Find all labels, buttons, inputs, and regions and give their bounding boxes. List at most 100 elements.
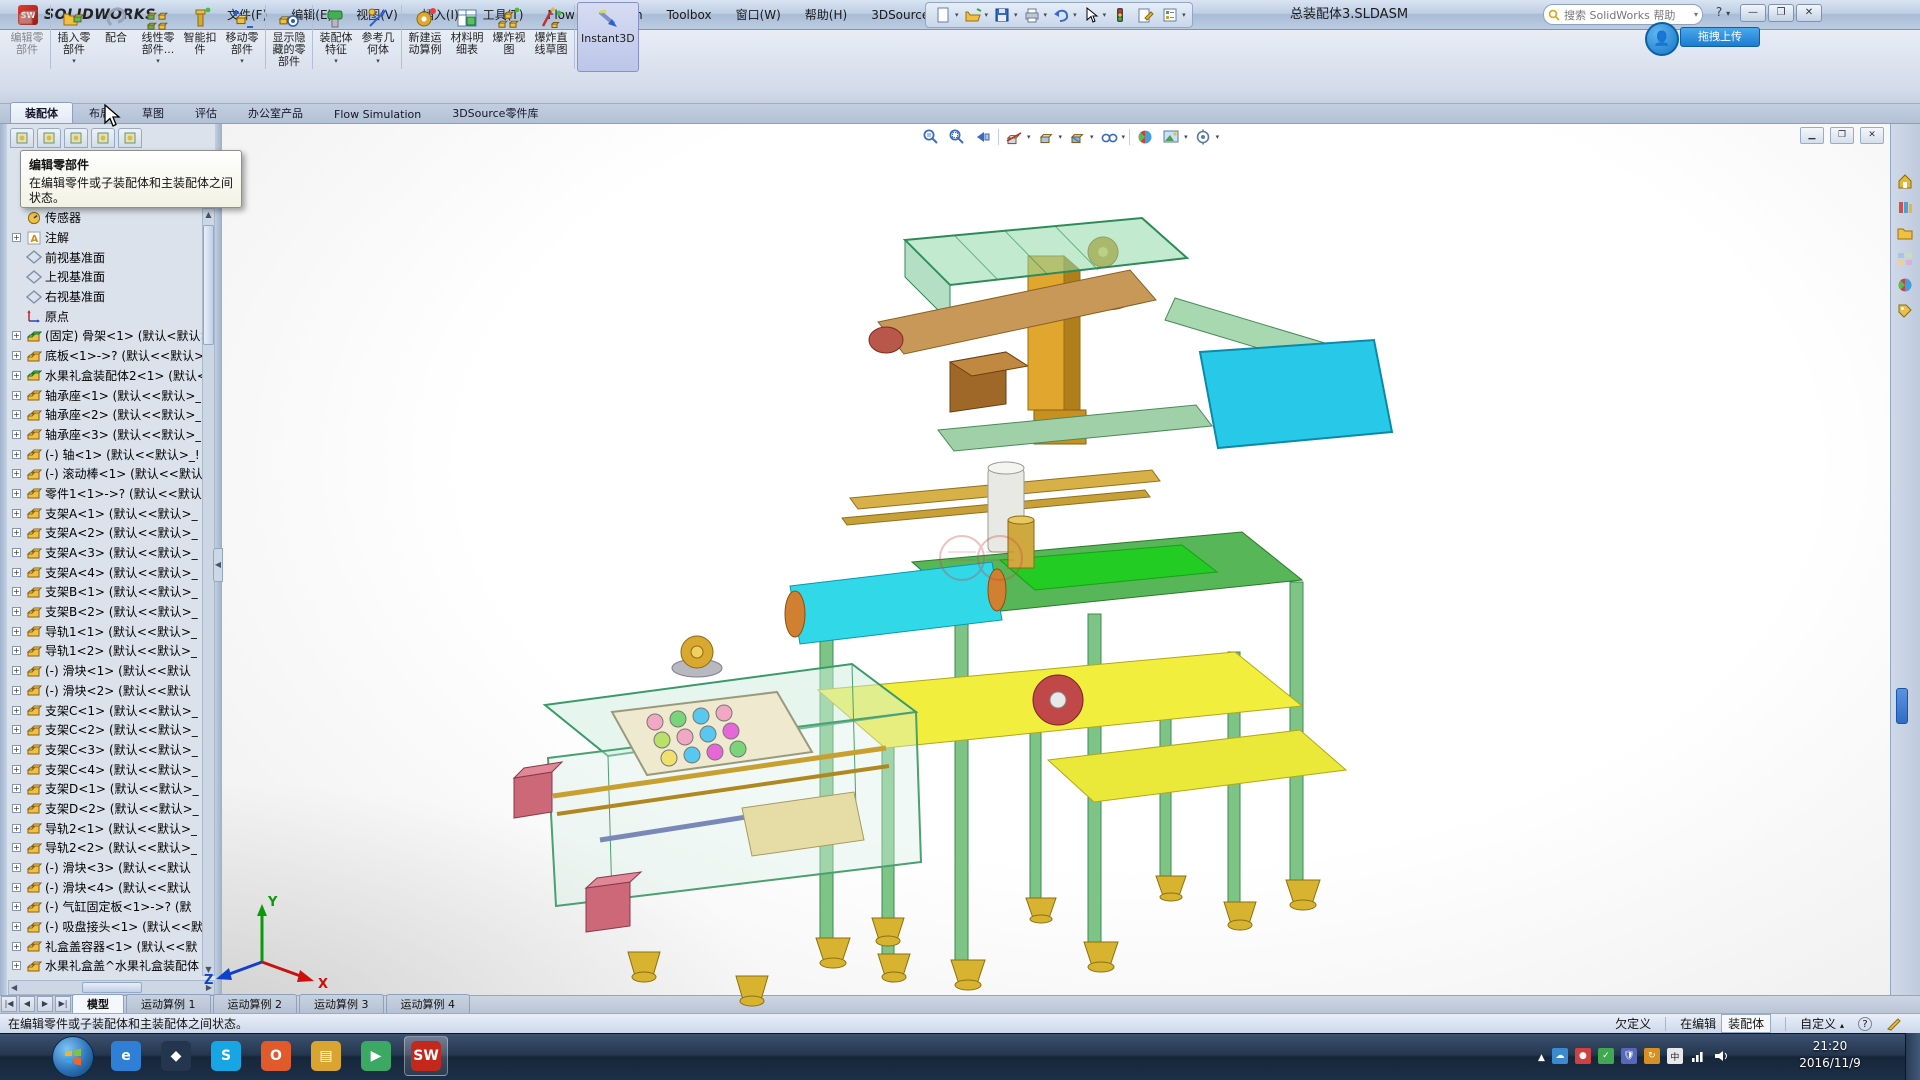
taskbar-app-file-explorer[interactable]: ▤ — [304, 1036, 348, 1076]
solidworks-resources-icon[interactable] — [1894, 170, 1916, 192]
undo-icon[interactable] — [1050, 4, 1072, 26]
expand-icon[interactable]: + — [12, 784, 21, 793]
menu-item-7[interactable]: Toolbox — [655, 0, 724, 30]
ribbon-button-linear-pattern[interactable]: 线性零部件...▾ — [137, 2, 179, 72]
tree-item[interactable]: +礼盒盖容器<1> (默认<<默 — [8, 936, 202, 956]
ribbon-button-explode-sketch[interactable]: 爆炸直线草图 — [530, 2, 572, 72]
tree-item[interactable]: +(-) 滚动棒<1> (默认<<默认 — [8, 464, 202, 484]
green-dot-icon[interactable]: ✓ — [1598, 1048, 1614, 1064]
save-icon[interactable] — [991, 4, 1013, 26]
expand-icon[interactable]: + — [12, 391, 21, 400]
dimxpert-tab-icon[interactable] — [91, 128, 115, 148]
display-style-icon[interactable] — [1066, 127, 1088, 147]
tree-item[interactable]: +支架A<1> (默认<<默认>_ — [8, 503, 202, 523]
upload-user-icon[interactable]: 👤 — [1645, 22, 1679, 56]
tree-hscroll-thumb[interactable] — [82, 982, 142, 993]
tree-scroll-thumb[interactable] — [203, 225, 214, 345]
tree-item[interactable]: +(-) 滑块<2> (默认<<默认 — [8, 681, 202, 701]
expand-icon[interactable]: + — [12, 824, 21, 833]
tree-item[interactable]: +导轨2<2> (默认<<默认>_ — [8, 838, 202, 858]
traffic-light-icon[interactable] — [1109, 4, 1131, 26]
new-document-dropdown-icon[interactable]: ▾ — [955, 11, 959, 19]
expand-icon[interactable]: + — [12, 646, 21, 655]
show-desktop-button[interactable] — [1905, 1033, 1920, 1080]
select-dropdown-icon[interactable]: ▾ — [1103, 11, 1107, 19]
options-icon[interactable] — [1159, 4, 1181, 26]
zoom-area-icon[interactable] — [946, 127, 968, 147]
scroll-up-icon[interactable]: ▲ — [203, 210, 214, 219]
ribbon-button-reference-geometry[interactable]: 参考几何体▾ — [357, 2, 399, 72]
property-manager-tab-icon[interactable] — [37, 128, 61, 148]
tree-item[interactable]: +(-) 滑块<3> (默认<<默认 — [8, 858, 202, 878]
scroll-left-icon[interactable]: ◀ — [11, 983, 17, 992]
ribbon-tab-6[interactable]: Flow Simulation — [319, 105, 436, 123]
expand-icon[interactable]: + — [12, 883, 21, 892]
ribbon-button-mate[interactable]: 配合 — [95, 2, 137, 72]
graphics-viewport[interactable] — [222, 124, 1890, 1013]
section-view-icon[interactable] — [1003, 127, 1025, 147]
expand-icon[interactable]: + — [12, 233, 21, 242]
custom-units-button[interactable]: 自定义 ▴ — [1800, 1015, 1844, 1032]
ribbon-button-instant3d[interactable]: Instant3D — [577, 2, 639, 72]
red-dot-icon[interactable]: ● — [1575, 1048, 1591, 1064]
ribbon-button-insert-component[interactable]: 插入零部件▾ — [53, 2, 95, 72]
taskbar-app-solidworks[interactable]: SW — [404, 1036, 448, 1076]
ribbon-dropdown-icon[interactable]: ▾ — [334, 57, 338, 65]
window-minimize-button[interactable]: — — [1740, 4, 1766, 22]
update-icon[interactable]: ↻ — [1644, 1048, 1660, 1064]
expand-icon[interactable]: + — [12, 548, 21, 557]
drag-upload-button[interactable]: 拖拽上传 — [1680, 27, 1760, 47]
expand-icon[interactable]: + — [12, 410, 21, 419]
display-manager-tab-icon[interactable] — [118, 128, 142, 148]
tree-item[interactable]: +支架A<4> (默认<<默认>_ — [8, 562, 202, 582]
expand-icon[interactable]: + — [12, 528, 21, 537]
select-icon[interactable] — [1080, 4, 1102, 26]
bottom-tab-5[interactable]: 运动算例 4 — [386, 994, 471, 1013]
expand-icon[interactable]: + — [12, 745, 21, 754]
scroll-right-icon[interactable]: ▶ — [206, 983, 212, 992]
panel-collapse-button[interactable]: ◀ — [213, 548, 223, 582]
taskbar-app-app-green[interactable]: ▶ — [354, 1036, 398, 1076]
undo-dropdown-icon[interactable]: ▾ — [1073, 11, 1077, 19]
input-icon[interactable]: 中 — [1667, 1048, 1683, 1064]
open-icon[interactable] — [962, 4, 984, 26]
custom-properties-icon[interactable] — [1894, 300, 1916, 322]
expand-icon[interactable]: + — [12, 686, 21, 695]
view-palette-icon[interactable] — [1894, 248, 1916, 270]
hide-show-items-dropdown-icon[interactable]: ▾ — [1122, 133, 1126, 141]
tree-item[interactable]: +支架C<2> (默认<<默认>_ — [8, 720, 202, 740]
appearances-sphere-icon[interactable] — [1894, 274, 1916, 296]
expand-icon[interactable]: + — [12, 627, 21, 636]
doc-restore-button[interactable]: ❐ — [1830, 127, 1854, 144]
tree-item[interactable]: +导轨1<1> (默认<<默认>_ — [8, 621, 202, 641]
tree-item[interactable]: +支架B<2> (默认<<默认>_ — [8, 602, 202, 622]
tree-item[interactable]: +零件1<1>->? (默认<<默认> — [8, 484, 202, 504]
ribbon-tab-4[interactable]: 评估 — [180, 102, 232, 123]
window-restore-button[interactable]: ❐ — [1768, 4, 1794, 22]
expand-icon[interactable]: + — [12, 430, 21, 439]
search-input[interactable]: 搜索 SolidWorks 帮助 ▾ — [1543, 4, 1703, 25]
volume-icon[interactable] — [1713, 1049, 1729, 1063]
expand-icon[interactable]: + — [12, 351, 21, 360]
expand-icon[interactable]: + — [12, 843, 21, 852]
expand-icon[interactable]: + — [12, 331, 21, 340]
ribbon-button-exploded-view[interactable]: 爆炸视图 — [488, 2, 530, 72]
sheet-nav-3-icon[interactable]: ▶ — [37, 996, 53, 1012]
expand-icon[interactable]: + — [12, 587, 21, 596]
expand-icon[interactable]: + — [12, 725, 21, 734]
ribbon-tab-3[interactable]: 草图 — [127, 102, 179, 123]
ribbon-dropdown-icon[interactable]: ▾ — [72, 57, 76, 65]
taskbar-app-browser[interactable]: O — [254, 1036, 298, 1076]
scene-icon[interactable] — [1160, 127, 1182, 147]
tree-item[interactable]: +水果礼盒盖^水果礼盒装配体 — [8, 956, 202, 976]
expand-icon[interactable]: + — [12, 489, 21, 498]
view-settings-icon[interactable] — [1192, 127, 1214, 147]
bottom-tab-2[interactable]: 运动算例 1 — [126, 994, 211, 1013]
hidden-icons-arrow[interactable]: ▲ — [1538, 1049, 1545, 1063]
tree-item[interactable]: +支架C<1> (默认<<默认>_ — [8, 700, 202, 720]
ribbon-button-move-component[interactable]: 移动零部件▾ — [221, 2, 263, 72]
expand-icon[interactable]: + — [12, 922, 21, 931]
sheet-nav-1-icon[interactable]: |◀ — [1, 996, 17, 1012]
ribbon-button-bom[interactable]: 材料明细表 — [446, 2, 488, 72]
expand-icon[interactable]: + — [12, 706, 21, 715]
